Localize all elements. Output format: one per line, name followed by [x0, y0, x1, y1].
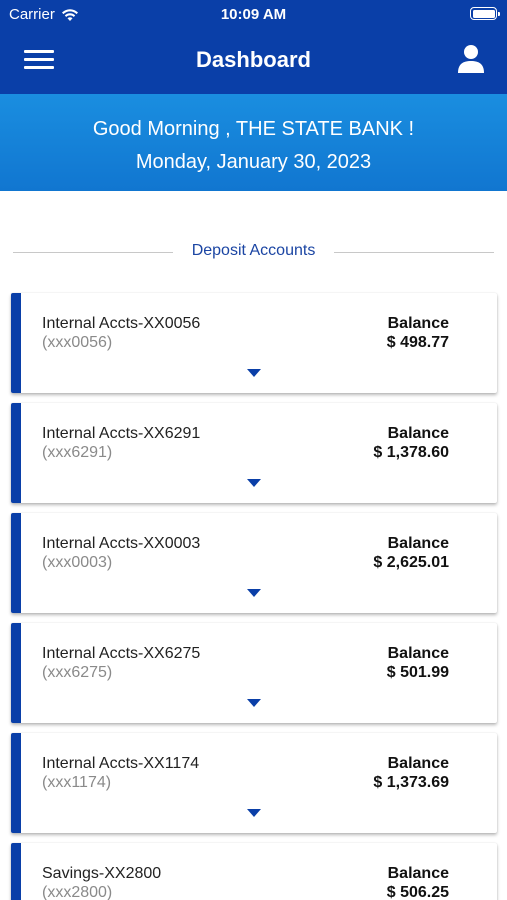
card-accent-bar	[11, 623, 21, 723]
account-card[interactable]: Savings-XX2800 (xxx2800) Balance $ 506.2…	[11, 843, 497, 900]
card-accent-bar	[11, 733, 21, 833]
card-accent-bar	[11, 293, 21, 393]
account-card[interactable]: Internal Accts-XX6275 (xxx6275) Balance …	[11, 623, 497, 723]
card-accent-bar	[11, 513, 21, 613]
card-accent-bar	[11, 843, 21, 900]
balance-amount: $ 498.77	[386, 334, 449, 351]
balance-amount: $ 1,373.69	[373, 774, 449, 791]
balance-label: Balance	[387, 535, 449, 552]
status-time: 10:09 AM	[220, 6, 287, 23]
balance-label: Balance	[387, 865, 449, 882]
balance-label: Balance	[387, 425, 449, 442]
account-number-masked: (xxx6291)	[42, 444, 113, 461]
balance-label: Balance	[387, 645, 449, 662]
card-accent-bar	[11, 403, 21, 503]
battery-icon	[470, 7, 500, 20]
top-bar: Carrier 10:09 AM Dashboard	[0, 0, 507, 94]
balance-amount: $ 2,625.01	[373, 554, 449, 571]
page-title: Dashboard	[196, 47, 311, 72]
balance-label: Balance	[387, 315, 449, 332]
caret-down-icon[interactable]	[247, 809, 261, 817]
status-bar: Carrier 10:09 AM	[0, 0, 507, 28]
account-number-masked: (xxx0003)	[42, 554, 113, 571]
account-name: Internal Accts-XX1174	[42, 755, 200, 772]
account-card[interactable]: Internal Accts-XX0056 (xxx0056) Balance …	[11, 293, 497, 393]
account-card[interactable]: Internal Accts-XX1174 (xxx1174) Balance …	[11, 733, 497, 833]
account-card[interactable]: Internal Accts-XX6291 (xxx6291) Balance …	[11, 403, 497, 503]
account-name: Internal Accts-XX6275	[42, 645, 201, 662]
deposit-accounts-header: Deposit Accounts	[0, 240, 507, 264]
greeting-text: Good Morning , THE STATE BANK !	[92, 118, 415, 140]
balance-label: Balance	[387, 755, 449, 772]
account-name: Savings-XX2800	[42, 865, 162, 882]
balance-amount: $ 501.99	[386, 664, 449, 681]
account-number-masked: (xxx0056)	[42, 334, 113, 351]
account-card[interactable]: Internal Accts-XX0003 (xxx0003) Balance …	[11, 513, 497, 613]
account-name: Internal Accts-XX0056	[42, 315, 201, 332]
account-number-masked: (xxx1174)	[42, 774, 112, 791]
divider-right	[334, 252, 494, 253]
caret-down-icon[interactable]	[247, 699, 261, 707]
section-title: Deposit Accounts	[191, 242, 316, 259]
caret-down-icon[interactable]	[247, 479, 261, 487]
account-name: Internal Accts-XX0003	[42, 535, 201, 552]
user-profile-icon[interactable]	[457, 44, 485, 74]
account-number-masked: (xxx2800)	[42, 884, 113, 900]
balance-amount: $ 506.25	[386, 884, 449, 900]
balance-amount: $ 1,378.60	[373, 444, 449, 461]
account-number-masked: (xxx6275)	[42, 664, 113, 681]
greeting-banner: Good Morning , THE STATE BANK ! Monday, …	[0, 94, 507, 191]
account-name: Internal Accts-XX6291	[42, 425, 201, 442]
caret-down-icon[interactable]	[247, 369, 261, 377]
navigation-bar: Dashboard	[0, 28, 507, 94]
greeting-date: Monday, January 30, 2023	[135, 151, 372, 173]
caret-down-icon[interactable]	[247, 589, 261, 597]
